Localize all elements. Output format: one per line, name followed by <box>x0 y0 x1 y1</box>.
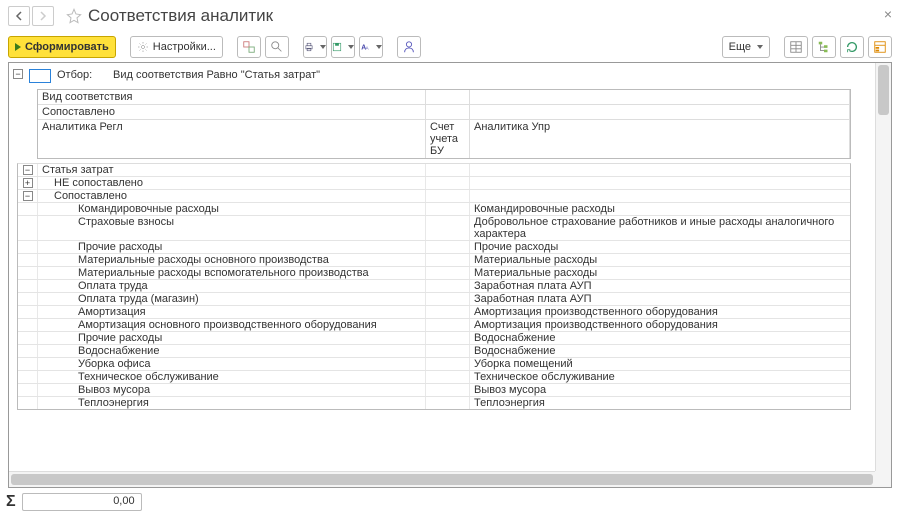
group-label: НЕ сопоставлено <box>38 177 426 189</box>
refresh-icon <box>845 40 859 54</box>
generate-label: Сформировать <box>25 41 109 53</box>
find-button[interactable] <box>265 36 289 58</box>
sigma-icon: Σ <box>6 493 16 511</box>
dropdown-icon <box>376 45 382 49</box>
data-row[interactable]: АмортизацияАмортизация производственного… <box>18 306 850 319</box>
table-mode-button[interactable] <box>784 36 808 58</box>
more-button[interactable]: Еще <box>722 36 770 58</box>
selection-highlight <box>29 69 51 83</box>
variants-icon <box>242 40 256 54</box>
data-row[interactable]: Командировочные расходыКомандировочные р… <box>18 203 850 216</box>
header-col2: Счет учета БУ <box>426 120 470 158</box>
titlebar: Соответствия аналитик × <box>0 0 900 32</box>
search-icon <box>270 40 284 54</box>
dropdown-icon <box>320 45 326 49</box>
close-button[interactable]: × <box>884 6 892 22</box>
header-col3: Аналитика Упр <box>470 120 850 158</box>
data-row[interactable]: ВодоснабжениеВодоснабжение <box>18 345 850 358</box>
data-row[interactable]: Оплата труда (магазин)Заработная плата А… <box>18 293 850 306</box>
data-row[interactable]: Оплата трудаЗаработная плата АУП <box>18 280 850 293</box>
play-icon <box>15 43 21 51</box>
settings-label: Настройки... <box>153 41 216 53</box>
gear-icon <box>137 41 149 53</box>
dropdown-icon <box>348 45 354 49</box>
svg-text:A: A <box>366 46 369 51</box>
panel-icon <box>873 40 887 54</box>
data-row[interactable]: Вывоз мусораВывоз мусора <box>18 384 850 397</box>
printer-icon <box>304 40 314 54</box>
data-row[interactable]: Страховые взносыДобровольное страхование… <box>18 216 850 241</box>
generate-button[interactable]: Сформировать <box>8 36 116 58</box>
group-row[interactable]: − Сопоставлено <box>18 190 850 203</box>
group-label: Статья затрат <box>38 164 426 176</box>
print-button[interactable] <box>303 36 327 58</box>
nav-forward-button[interactable] <box>32 6 54 26</box>
expand-toggle[interactable]: + <box>23 178 33 188</box>
variants-button[interactable] <box>237 36 261 58</box>
arrow-right-icon <box>38 11 48 21</box>
header-col1a: Вид соответствия <box>38 90 426 105</box>
toolbar: Сформировать Настройки... AA Еще <box>0 32 900 63</box>
header-col1b: Сопоставлено <box>38 105 426 120</box>
data-row[interactable]: Уборка офисаУборка помещений <box>18 358 850 371</box>
panel-button[interactable] <box>868 36 892 58</box>
header-col1c: Аналитика Регл <box>38 120 426 158</box>
collapse-toggle[interactable]: − <box>23 165 33 175</box>
data-row[interactable]: Материальные расходы вспомогательного пр… <box>18 267 850 280</box>
data-row[interactable]: Техническое обслуживаниеТехническое обсл… <box>18 371 850 384</box>
group-row[interactable]: − Статья затрат <box>18 164 850 177</box>
filter-text: Вид соответствия Равно "Статья затрат" <box>113 69 320 81</box>
report-area: − Отбор: Вид соответствия Равно "Статья … <box>8 62 892 488</box>
data-grid: − Статья затрат + НЕ сопоставлено − Сопо… <box>17 163 851 410</box>
tree-mode-button[interactable] <box>812 36 836 58</box>
settings-button[interactable]: Настройки... <box>130 36 223 58</box>
favorite-icon[interactable] <box>66 8 82 24</box>
data-row[interactable]: ТеплоэнергияТеплоэнергия <box>18 397 850 410</box>
save-icon <box>332 40 342 54</box>
data-row[interactable]: Прочие расходыПрочие расходы <box>18 241 850 254</box>
nav-back-button[interactable] <box>8 6 30 26</box>
data-row[interactable]: Прочие расходыВодоснабжение <box>18 332 850 345</box>
refresh-button[interactable] <box>840 36 864 58</box>
dropdown-icon <box>757 45 763 49</box>
sum-field[interactable]: 0,00 <box>22 493 142 511</box>
tree-icon <box>817 40 831 54</box>
font-button[interactable]: AA <box>359 36 383 58</box>
page-title: Соответствия аналитик <box>88 6 273 26</box>
group-label: Сопоставлено <box>38 190 426 202</box>
horizontal-scrollbar[interactable] <box>9 471 875 487</box>
table-icon <box>789 40 803 54</box>
person-icon <box>402 40 416 54</box>
statusbar: Σ 0,00 <box>0 490 900 514</box>
report-content: − Отбор: Вид соответствия Равно "Статья … <box>9 63 875 471</box>
collapse-toggle[interactable]: − <box>23 191 33 201</box>
collapse-toggle[interactable]: − <box>13 69 23 79</box>
save-button[interactable] <box>331 36 355 58</box>
data-row[interactable]: Амортизация основного производственного … <box>18 319 850 332</box>
filter-row: − Отбор: Вид соответствия Равно "Статья … <box>13 67 871 89</box>
arrow-left-icon <box>14 11 24 21</box>
vertical-scrollbar[interactable] <box>875 63 891 471</box>
data-row[interactable]: Материальные расходы основного производс… <box>18 254 850 267</box>
mail-button[interactable] <box>397 36 421 58</box>
more-label: Еще <box>729 41 751 53</box>
font-icon: AA <box>360 40 370 54</box>
filter-label: Отбор: <box>57 69 107 81</box>
column-header-grid: Вид соответствия Сопоставлено Аналитика … <box>37 89 851 159</box>
group-row[interactable]: + НЕ сопоставлено <box>18 177 850 190</box>
